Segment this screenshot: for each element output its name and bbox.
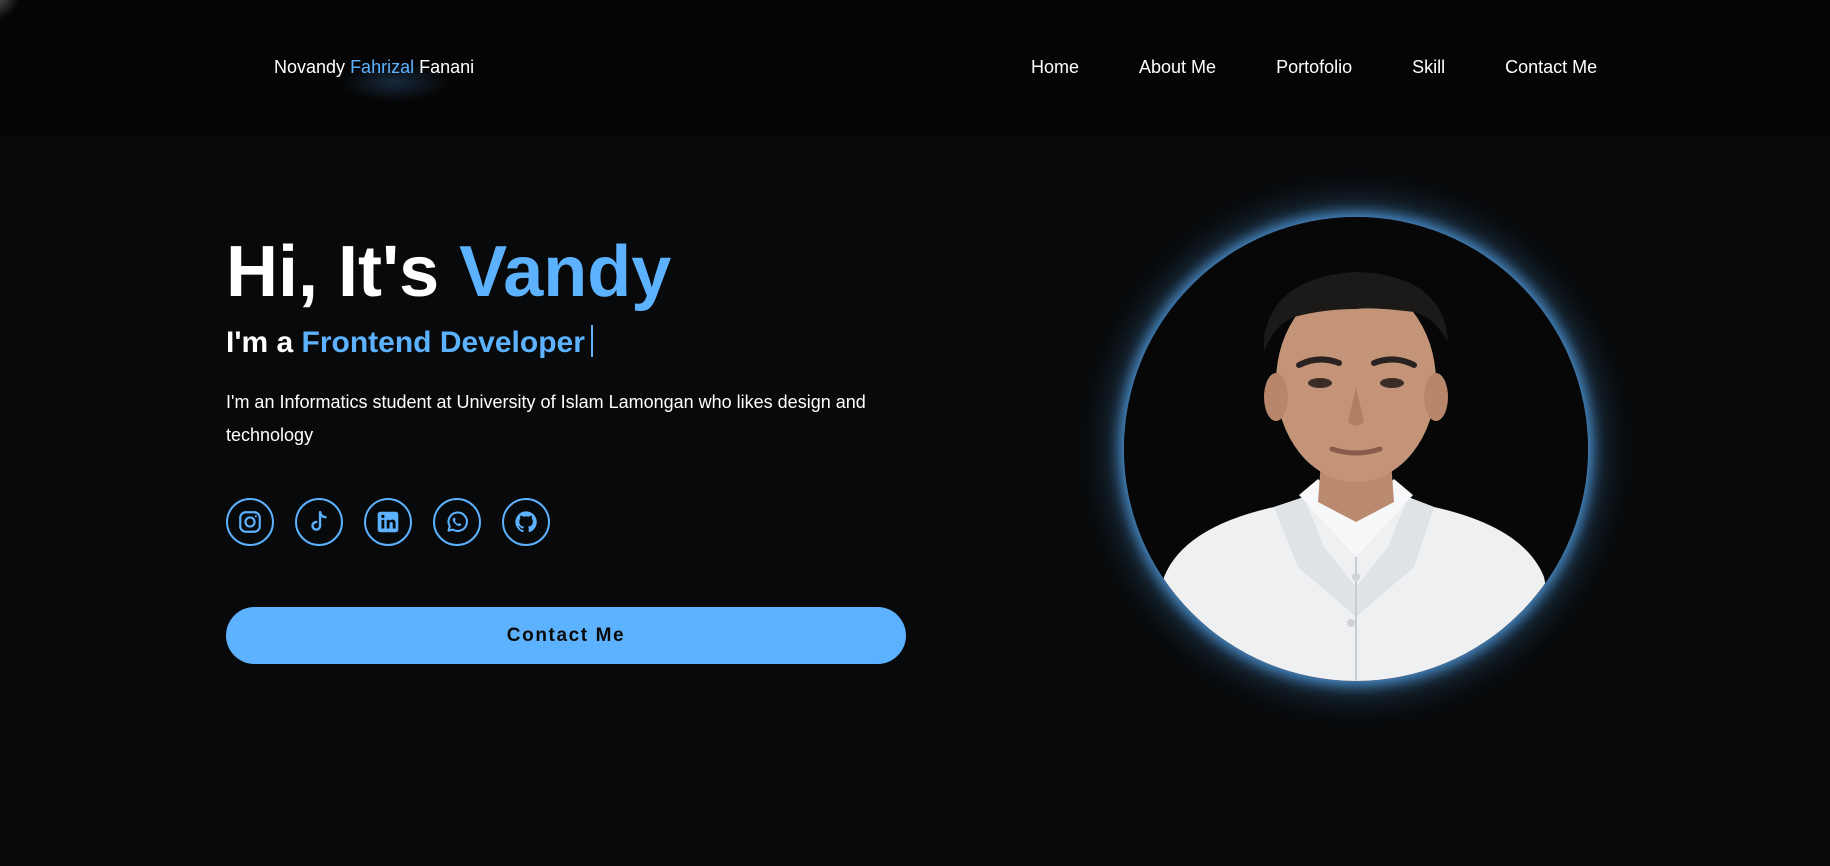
typing-cursor	[590, 325, 593, 357]
instagram-link[interactable]	[226, 498, 274, 546]
logo-middle-name: Fahrizal	[350, 57, 415, 77]
linkedin-link[interactable]	[364, 498, 412, 546]
logo-first-name: Novandy	[274, 57, 346, 77]
site-header: Novandy Fahrizal Fanani Home About Me Po…	[0, 0, 1830, 136]
tiktok-icon	[311, 511, 327, 531]
site-logo[interactable]: Novandy Fahrizal Fanani	[274, 56, 474, 78]
tiktok-link[interactable]	[295, 498, 343, 546]
nav-item-contact-me[interactable]: Contact Me	[1505, 56, 1597, 78]
whatsapp-icon	[447, 511, 468, 532]
whatsapp-link[interactable]	[433, 498, 481, 546]
nav-item-home[interactable]: Home	[1031, 56, 1079, 78]
instagram-icon	[239, 511, 261, 533]
page: Novandy Fahrizal Fanani Home About Me Po…	[0, 0, 1830, 866]
linkedin-icon	[377, 511, 399, 533]
hero-role-text: Frontend Developer	[301, 326, 585, 359]
hero-role: I'm a Frontend Developer	[226, 325, 593, 361]
profile-photo	[1124, 217, 1588, 681]
hero-role-prefix: I'm a	[226, 326, 294, 359]
contact-me-button[interactable]: Contact Me	[226, 607, 906, 664]
github-link[interactable]	[502, 498, 550, 546]
github-icon	[515, 511, 537, 533]
corner-glow	[0, 0, 20, 20]
hero-greeting: Hi, It's	[226, 232, 440, 312]
nav-item-portofolio[interactable]: Portofolio	[1276, 56, 1352, 78]
hero-name: Vandy	[459, 232, 672, 312]
social-links	[226, 498, 550, 546]
main-nav: Home About Me Portofolio Skill Contact M…	[1031, 56, 1597, 78]
hero-title: Hi, It's Vandy	[226, 230, 671, 314]
profile-portrait	[1124, 217, 1588, 681]
nav-item-skill[interactable]: Skill	[1412, 56, 1445, 78]
hero-description: I'm an Informatics student at University…	[226, 392, 866, 445]
logo-last-name: Fanani	[419, 57, 475, 77]
nav-item-about-me[interactable]: About Me	[1139, 56, 1216, 78]
